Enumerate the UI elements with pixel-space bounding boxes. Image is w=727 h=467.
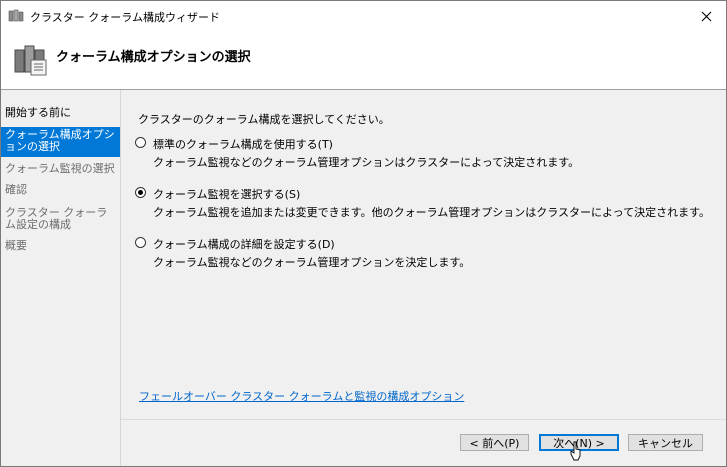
radio-default-quorum[interactable] (135, 137, 146, 148)
option-label[interactable]: クォーラム監視を選択する(S) (153, 186, 300, 202)
help-link[interactable]: フェールオーバー クラスター クォーラムと監視の構成オプション (139, 388, 464, 404)
option-description: クォーラム監視などのクォーラム管理オプションはクラスターによって決定されます。 (153, 156, 580, 169)
cluster-app-icon (8, 9, 24, 22)
nav-item-summary[interactable]: 概要 (1, 240, 120, 252)
nav-item-select-quorum-witness[interactable]: クォーラム監視の選択 (1, 163, 120, 175)
nav-item-before-you-begin[interactable]: 開始する前に (1, 107, 120, 119)
nav-item-select-quorum-option[interactable]: クォーラム構成オプションの選択 (1, 127, 120, 157)
option-label[interactable]: クォーラム構成の詳細を設定する(D) (153, 236, 335, 252)
nav-item-configure-quorum[interactable]: クラスター クォーラム設定の構成 (1, 207, 120, 231)
wizard-window: クラスター クォーラム構成ウィザード クォーラム構成オプションの選択 開始する前… (0, 0, 727, 467)
option-label[interactable]: 標準のクォーラム構成を使用する(T) (153, 136, 333, 152)
close-icon (701, 11, 711, 21)
page-title: クォーラム構成オプションの選択 (56, 50, 251, 65)
wizard-header: クォーラム構成オプションの選択 (1, 32, 726, 89)
title-bar: クラスター クォーラム構成ウィザード (1, 1, 726, 32)
radio-select-witness[interactable] (135, 187, 146, 198)
cancel-button[interactable]: キャンセル (628, 434, 703, 451)
option-description: クォーラム監視などのクォーラム管理オプションを決定します。 (153, 256, 471, 269)
instruction-text: クラスターのクォーラム構成を選択してください。 (138, 113, 390, 126)
cluster-quorum-icon (14, 45, 47, 76)
footer-divider (121, 419, 726, 420)
wizard-steps-nav: 開始する前に クォーラム構成オプションの選択 クォーラム監視の選択 確認 クラス… (1, 90, 121, 466)
nav-item-confirmation[interactable]: 確認 (1, 184, 120, 196)
wizard-main-panel: クラスターのクォーラム構成を選択してください。 標準のクォーラム構成を使用する(… (121, 90, 726, 466)
close-button[interactable] (692, 5, 720, 27)
back-button[interactable]: < 前へ(P) (460, 434, 529, 451)
radio-advanced-quorum[interactable] (135, 237, 146, 248)
wizard-body: 開始する前に クォーラム構成オプションの選択 クォーラム監視の選択 確認 クラス… (1, 90, 726, 466)
mouse-cursor-icon (570, 441, 581, 461)
window-title: クラスター クォーラム構成ウィザード (30, 11, 220, 24)
option-description: クォーラム監視を追加または変更できます。他のクォーラム管理オプションはクラスター… (153, 206, 711, 219)
